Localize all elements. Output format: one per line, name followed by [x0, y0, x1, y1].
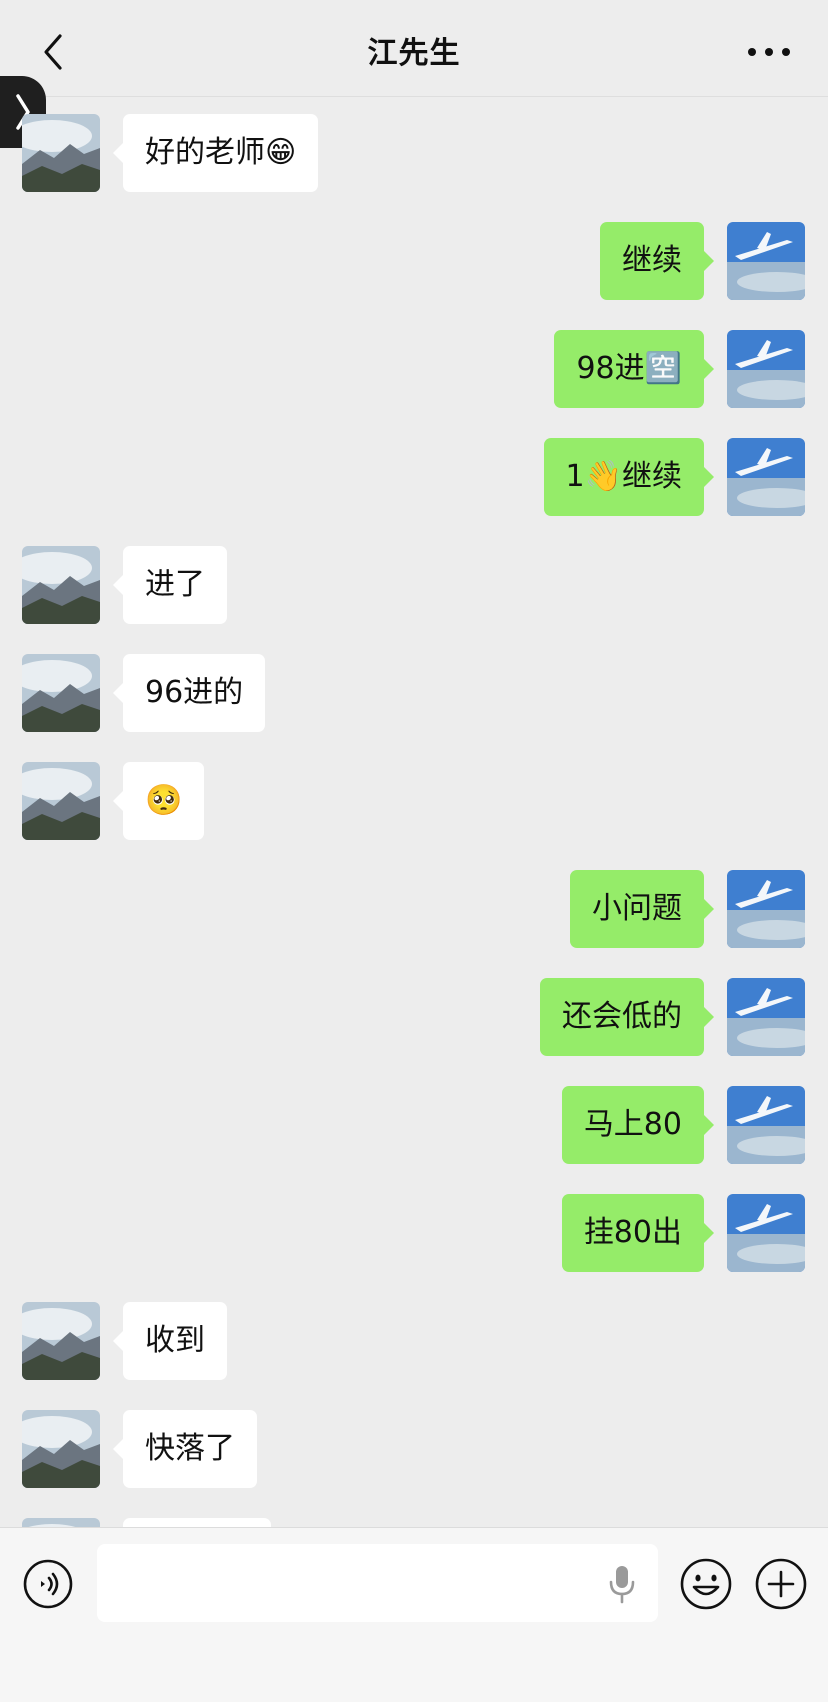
contact-avatar[interactable] — [22, 762, 100, 840]
message-list[interactable]: 好的老师😁 继续 98进🈳 1👋继续 进了 96进的 🥺 小问题 还会低的 马上… — [0, 97, 828, 1527]
message-row: 收到 — [0, 1302, 828, 1380]
microphone-icon[interactable] — [607, 1564, 637, 1604]
message-bubble[interactable]: 好的老师😁 — [112, 114, 319, 192]
my-avatar[interactable] — [727, 330, 805, 408]
message-row: 进了 — [0, 546, 828, 624]
more-dots-icon[interactable] — [744, 32, 794, 72]
message-row: 好的老师😁 — [0, 114, 828, 192]
message-row: 挂80出 — [0, 1194, 828, 1272]
chat-header: 江先生 — [0, 0, 828, 97]
message-input[interactable] — [97, 1544, 658, 1622]
message-bubble[interactable]: 96进的 — [112, 654, 266, 732]
message-row: 还会低的 — [0, 978, 828, 1056]
message-bubble[interactable]: 继续 — [600, 222, 714, 300]
message-bubble[interactable]: 收到 — [113, 1302, 227, 1380]
message-row: 马上80 — [0, 1086, 828, 1164]
my-avatar[interactable] — [727, 438, 805, 516]
message-row — [0, 1518, 828, 1527]
message-bubble[interactable]: 还会低的 — [540, 978, 714, 1056]
message-row: 继续 — [0, 222, 828, 300]
message-row: 1👋继续 — [0, 438, 828, 516]
message-row: 🥺 — [0, 762, 828, 840]
message-bubble[interactable]: 进了 — [113, 546, 227, 624]
message-bubble[interactable]: 快落了 — [113, 1410, 257, 1488]
contact-avatar[interactable] — [22, 1410, 100, 1488]
contact-avatar[interactable] — [22, 654, 100, 732]
contact-avatar[interactable] — [22, 1518, 100, 1527]
my-avatar[interactable] — [727, 870, 805, 948]
message-row: 小问题 — [0, 870, 828, 948]
message-row: 96进的 — [0, 654, 828, 732]
emoji-icon[interactable] — [679, 1557, 733, 1611]
message-bubble[interactable]: 小问题 — [570, 870, 714, 948]
message-bubble[interactable] — [123, 1518, 271, 1527]
my-avatar[interactable] — [727, 978, 805, 1056]
input-bar — [0, 1527, 828, 1702]
message-row: 快落了 — [0, 1410, 828, 1488]
voice-icon[interactable] — [22, 1558, 74, 1610]
message-bubble[interactable]: 1👋继续 — [543, 438, 715, 516]
my-avatar[interactable] — [727, 1086, 805, 1164]
message-bubble[interactable]: 🥺 — [112, 762, 205, 840]
my-avatar[interactable] — [727, 1194, 805, 1272]
my-avatar[interactable] — [727, 222, 805, 300]
contact-avatar[interactable] — [22, 114, 100, 192]
message-bubble[interactable]: 98进🈳 — [554, 330, 714, 408]
message-row: 98进🈳 — [0, 330, 828, 408]
plus-icon[interactable] — [754, 1557, 808, 1611]
message-bubble[interactable]: 马上80 — [561, 1086, 715, 1164]
contact-avatar[interactable] — [22, 546, 100, 624]
contact-avatar[interactable] — [22, 1302, 100, 1380]
message-bubble[interactable]: 挂80出 — [561, 1194, 715, 1272]
chat-title: 江先生 — [367, 36, 461, 71]
